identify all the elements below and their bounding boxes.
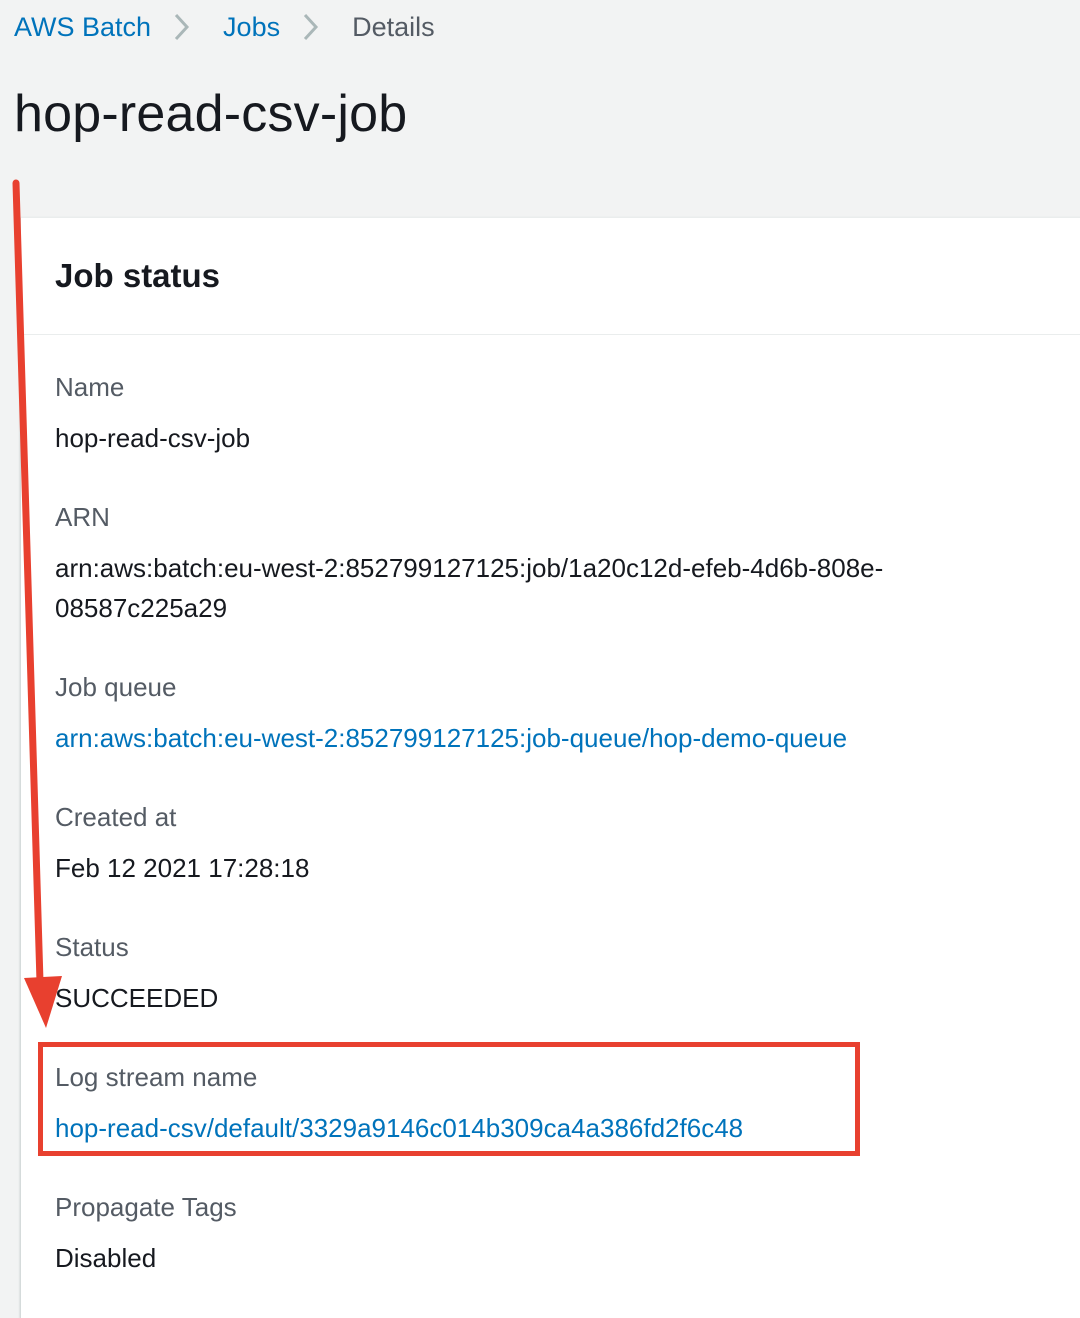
log-stream-highlight-box [38,1042,860,1156]
field-status: Status SUCCEEDED [55,928,218,1018]
field-job-queue-label: Job queue [55,672,177,702]
field-created-at: Created at Feb 12 2021 17:28:18 [55,798,309,888]
field-propagate-tags-value: Disabled [55,1243,157,1273]
field-name-label: Name [55,372,125,402]
breadcrumb-aws-batch[interactable]: AWS Batch [14,12,151,43]
job-queue-link[interactable]: arn:aws:batch:eu-west-2:852799127125:job… [55,723,847,753]
field-status-label: Status [55,932,129,962]
field-created-at-label: Created at [55,802,177,832]
field-arn-value: arn:aws:batch:eu-west-2:852799127125:job… [55,553,884,623]
field-name: Name hop-read-csv-job [55,368,250,458]
breadcrumb-jobs[interactable]: Jobs [223,12,280,43]
status-value: SUCCEEDED [55,983,219,1013]
panel-title: Job status [55,257,221,294]
field-job-queue: Job queue arn:aws:batch:eu-west-2:852799… [55,668,847,758]
page-title: hop-read-csv-job [14,85,408,143]
field-propagate-tags: Propagate Tags Disabled [55,1188,237,1278]
field-propagate-tags-label: Propagate Tags [55,1192,237,1222]
field-arn-label: ARN [55,502,110,532]
field-arn: ARN arn:aws:batch:eu-west-2:852799127125… [55,498,1015,628]
field-name-value: hop-read-csv-job [55,423,251,453]
breadcrumb-details: Details [352,11,435,42]
breadcrumb: AWS Batch Jobs Details [14,8,435,46]
panel-header: Job status [21,218,1080,335]
field-created-at-value: Feb 12 2021 17:28:18 [55,853,310,883]
chevron-right-icon [300,12,334,42]
chevron-right-icon [171,12,205,42]
